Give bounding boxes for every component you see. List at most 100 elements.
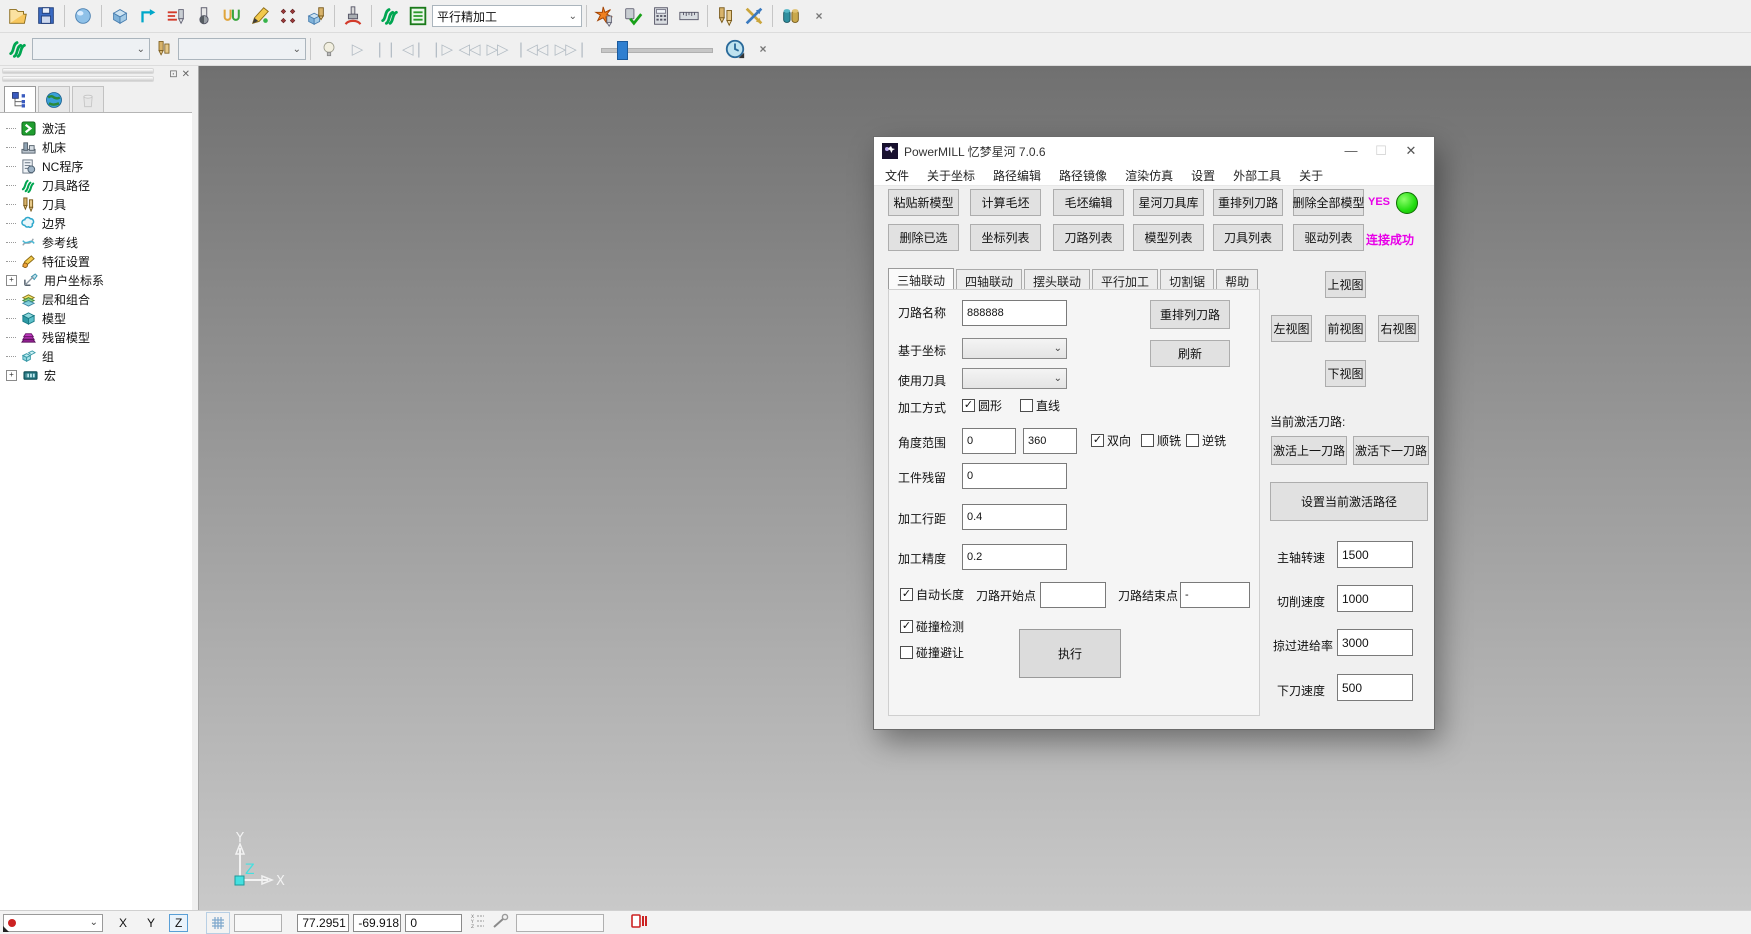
open-file-icon[interactable] <box>4 3 32 29</box>
menu-settings[interactable]: 设置 <box>1182 167 1224 184</box>
set-active-path-button[interactable]: 设置当前激活路径 <box>1270 482 1428 521</box>
speed-slider[interactable] <box>601 39 711 59</box>
edit-pattern-icon[interactable] <box>246 3 274 29</box>
delete-selected-button[interactable]: 删除已选 <box>888 224 959 251</box>
menu-path-mirror[interactable]: 路径镜像 <box>1050 167 1116 184</box>
checkbox[interactable] <box>900 646 913 659</box>
create-block-icon[interactable] <box>106 3 134 29</box>
climb-checkbox[interactable]: 顺铣 <box>1141 432 1181 449</box>
tree-item-activate[interactable]: 激活 <box>0 119 192 138</box>
auto-length-checkbox[interactable]: 自动长度 <box>900 586 964 603</box>
shaded-view-icon[interactable] <box>69 3 97 29</box>
step-back-icon[interactable]: ◁❘ <box>399 36 427 62</box>
coord-select[interactable]: ⌄ <box>962 338 1067 359</box>
skim-input[interactable]: 3000 <box>1337 629 1413 656</box>
ruler-icon[interactable] <box>675 3 703 29</box>
axis-x-button[interactable]: X <box>115 916 131 930</box>
tree-item-tools[interactable]: 刀具 <box>0 195 192 214</box>
stock-input[interactable]: 0 <box>962 463 1067 489</box>
menu-coords[interactable]: 关于坐标 <box>918 167 984 184</box>
calc-stock-button[interactable]: 计算毛坯 <box>970 189 1041 216</box>
menu-file[interactable]: 文件 <box>876 167 918 184</box>
xyz-list-icon[interactable]: XYZ <box>470 913 486 932</box>
axis-y-button[interactable]: Y <box>143 916 159 930</box>
plunge-input[interactable]: 500 <box>1337 674 1413 701</box>
compare-models-icon[interactable] <box>777 3 805 29</box>
angle-to-input[interactable]: 360 <box>1023 428 1077 454</box>
close-button[interactable]: ✕ <box>1396 143 1426 159</box>
view-left-button[interactable]: 左视图 <box>1271 315 1312 342</box>
view-top-button[interactable]: 上视图 <box>1325 271 1366 298</box>
clipboard-buffer-icon[interactable] <box>630 913 648 932</box>
checkbox[interactable] <box>1141 434 1154 447</box>
checkbox[interactable] <box>962 399 975 412</box>
collision-check-checkbox[interactable]: 碰撞检测 <box>900 618 964 635</box>
tool-holder-icon[interactable] <box>339 3 367 29</box>
rearrange-button[interactable]: 重排列刀路 <box>1150 300 1230 329</box>
coord-list-button[interactable]: 坐标列表 <box>970 224 1041 251</box>
tolerance-input[interactable]: 0.2 <box>962 544 1067 570</box>
go-end-icon[interactable]: ▷▷❘ <box>551 36 591 62</box>
slider-handle[interactable] <box>617 41 628 60</box>
toolpath-connections-icon[interactable] <box>134 3 162 29</box>
sim-toolpath-select[interactable]: ⌄ <box>32 38 150 60</box>
minimize-button[interactable]: — <box>1336 143 1366 159</box>
menu-about[interactable]: 关于 <box>1290 167 1332 184</box>
tree-item-macros[interactable]: + 宏 <box>0 366 192 385</box>
search-back-icon[interactable]: ◁◁ <box>455 36 483 62</box>
toolbar-grip[interactable] <box>2 76 154 82</box>
tree-item-nc-program[interactable]: NC程序 <box>0 157 192 176</box>
maximize-button[interactable]: ☐ <box>1366 143 1396 159</box>
bidirectional-checkbox[interactable]: 双向 <box>1091 432 1131 449</box>
spindle-input[interactable]: 1500 <box>1337 541 1413 568</box>
tab-explorer-tree[interactable] <box>4 86 36 114</box>
go-start-icon[interactable]: ❘◁◁ <box>511 36 551 62</box>
coord-z-value[interactable]: 0 <box>405 914 462 932</box>
mode-circle-checkbox[interactable]: 圆形 <box>962 397 1002 414</box>
star-burst-tool-icon[interactable] <box>591 3 619 29</box>
pane-window-icon[interactable]: ⊡ <box>169 69 177 80</box>
calculator-icon[interactable] <box>647 3 675 29</box>
toolpath-name-input[interactable]: 888888 <box>962 300 1067 326</box>
checkbox[interactable] <box>1186 434 1199 447</box>
tree-item-machine[interactable]: 机床 <box>0 138 192 157</box>
pause-icon[interactable]: ❘❘ <box>371 36 399 62</box>
view-bottom-button[interactable]: 下视图 <box>1325 360 1366 387</box>
strategy-list-icon[interactable] <box>404 3 432 29</box>
execute-button[interactable]: 执行 <box>1019 629 1121 678</box>
collision-avoid-checkbox[interactable]: 碰撞避让 <box>900 644 964 661</box>
toolbar-grip[interactable] <box>2 68 154 74</box>
probe-pointer-icon[interactable] <box>492 913 510 932</box>
powermill-logo-icon[interactable] <box>376 3 404 29</box>
leads-and-links-icon[interactable] <box>218 3 246 29</box>
menu-ext-tools[interactable]: 外部工具 <box>1224 167 1290 184</box>
tree-item-groups[interactable]: 组 <box>0 347 192 366</box>
search-forward-icon[interactable]: ▷▷ <box>483 36 511 62</box>
end-point-input[interactable]: - <box>1180 582 1250 608</box>
conventional-checkbox[interactable]: 逆铣 <box>1186 432 1226 449</box>
tree-item-levels-sets[interactable]: 层和组合 <box>0 290 192 309</box>
expand-icon[interactable]: + <box>6 275 17 286</box>
activate-prev-button[interactable]: 激活上一刀路 <box>1271 436 1347 465</box>
tree-item-stock-models[interactable]: 残留模型 <box>0 328 192 347</box>
rapid-heights-icon[interactable] <box>162 3 190 29</box>
create-points-icon[interactable] <box>274 3 302 29</box>
graphics-viewport[interactable]: Y X Z PowerMILL 忆梦星河 7.0.6 — ☐ ✕ 文件 <box>199 66 1751 910</box>
tool-block-icon[interactable] <box>302 3 330 29</box>
menu-path-edit[interactable]: 路径编辑 <box>984 167 1050 184</box>
view-front-button[interactable]: 前视图 <box>1325 315 1366 342</box>
view-right-button[interactable]: 右视图 <box>1378 315 1419 342</box>
marker-select[interactable]: ⌄ <box>3 914 103 932</box>
angle-from-input[interactable]: 0 <box>962 428 1016 454</box>
save-icon[interactable] <box>32 3 60 29</box>
tool-select[interactable]: ⌄ <box>962 368 1067 389</box>
tab-trash[interactable] <box>72 86 104 114</box>
lightbulb-icon[interactable] <box>315 36 343 62</box>
menu-render-sim[interactable]: 渲染仿真 <box>1116 167 1182 184</box>
stepover-input[interactable]: 0.4 <box>962 504 1067 530</box>
tree-item-feature-sets[interactable]: 特征设置 <box>0 252 192 271</box>
clock-icon[interactable] <box>721 36 749 62</box>
pane-close-icon[interactable]: ✕ <box>182 69 190 80</box>
toolpath-list-button[interactable]: 刀路列表 <box>1053 224 1124 251</box>
tool-list-button[interactable]: 刀具列表 <box>1213 224 1283 251</box>
